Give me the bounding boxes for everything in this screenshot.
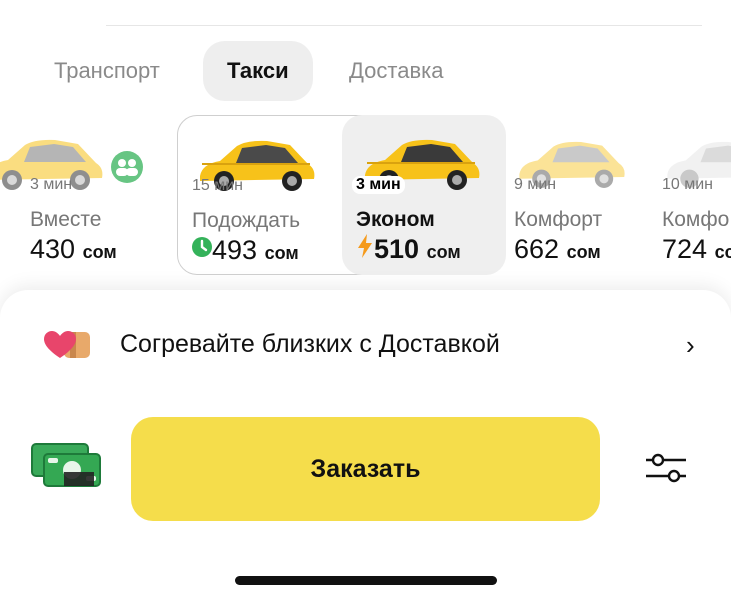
tab-taxi[interactable]: Такси — [203, 41, 313, 101]
tariff-economy[interactable]: 3 мин Эконом 510 сом — [342, 115, 506, 275]
price-value: 662 — [514, 234, 560, 264]
tariff-name: Комфорт — [514, 208, 603, 231]
tab-transport[interactable]: Транспорт — [54, 41, 160, 101]
tariff-eta: 10 мин — [662, 176, 714, 193]
tab-delivery[interactable]: Доставка — [349, 41, 443, 101]
tariff-name: Вместе — [30, 208, 102, 231]
tariff-name: Эконом — [356, 208, 435, 231]
tariff-together[interactable]: 3 мин Вместе 430 сом — [0, 115, 170, 275]
promo-text: Согревайте близких с Доставкой — [120, 330, 500, 358]
sliders-icon[interactable] — [644, 450, 688, 486]
order-sheet: Согревайте близких с Доставкой › Заказат… — [0, 290, 731, 610]
tariff-eta: 3 мин — [30, 176, 73, 193]
price-value: 724 — [662, 234, 708, 264]
price-value: 510 — [374, 234, 420, 264]
tariff-eta: 3 мин — [352, 176, 405, 194]
home-indicator — [235, 576, 497, 585]
tariff-price: 510 сом — [356, 234, 461, 265]
price-value: 430 — [30, 234, 76, 264]
tariff-price: 493 сом — [192, 235, 299, 266]
cash-icon[interactable] — [30, 442, 102, 490]
tariff-comfort[interactable]: 9 мин Комфорт 662 сом — [512, 115, 652, 275]
clock-icon — [192, 237, 212, 257]
tariff-carousel: 3 мин Вместе 430 сом 15 мин Подождать 49… — [0, 115, 731, 280]
hearts-gift-icon — [44, 331, 90, 358]
tariff-name: Подождать — [192, 209, 301, 232]
tariff-eta: 9 мин — [514, 176, 557, 193]
shared-ride-icon — [111, 151, 143, 183]
tariff-eta: 15 мин — [192, 177, 244, 194]
price-currency: сом — [82, 242, 117, 262]
price-currency: сом — [264, 243, 299, 263]
tariff-price: 724 сс — [662, 234, 731, 265]
top-divider — [106, 25, 702, 26]
lightning-icon — [358, 234, 372, 258]
price-currency: сом — [426, 242, 461, 262]
promo-banner[interactable]: Согревайте близких с Доставкой › — [0, 320, 731, 372]
price-currency: сом — [566, 242, 601, 262]
tariff-price: 430 сом — [30, 234, 117, 265]
tariff-name: Комфо — [662, 208, 730, 231]
tariff-comfort-plus[interactable]: 10 мин Комфо 724 сс — [660, 115, 731, 275]
price-currency: сс — [714, 242, 731, 262]
price-value: 493 — [212, 235, 258, 265]
chevron-right-icon: › — [686, 330, 695, 360]
service-tabs: Транспорт Такси Доставка — [0, 41, 731, 101]
order-button[interactable]: Заказать — [131, 417, 600, 521]
tariff-price: 662 сом — [514, 234, 601, 265]
